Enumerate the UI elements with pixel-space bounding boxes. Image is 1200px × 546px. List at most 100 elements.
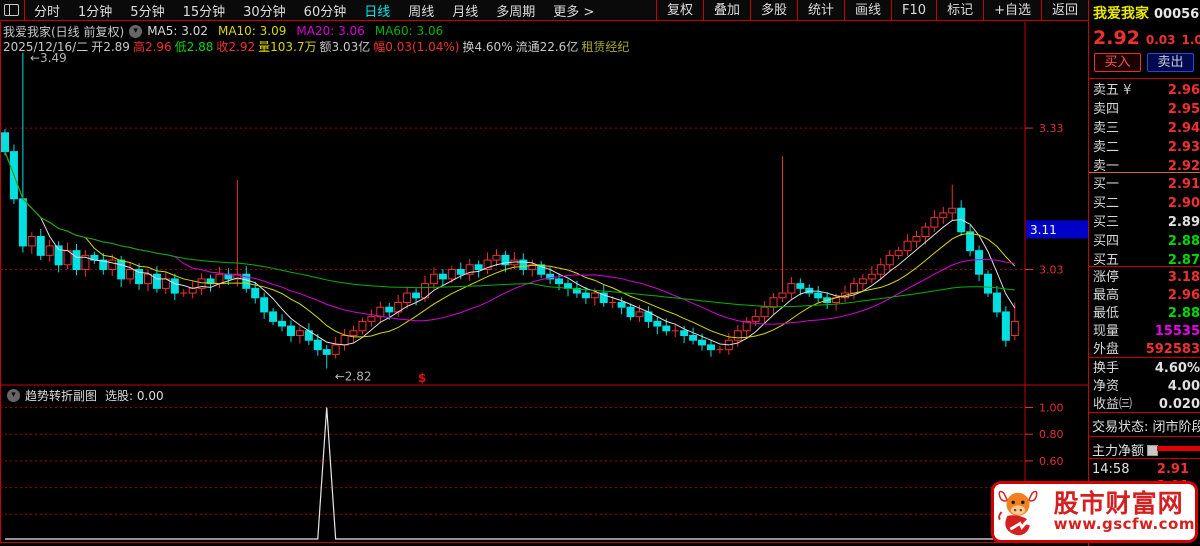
period-tab-1分钟[interactable]: 1分钟 [69,1,121,20]
stock-name-text: 我爱我家 [1093,6,1149,22]
last-price: 2.920.031.04 [1093,27,1200,49]
high-price-annotation: ←3.49 [30,51,67,65]
stat-最低[interactable]: 最低2.88 [1089,305,1200,323]
period-tab-60分钟[interactable]: 60分钟 [295,1,356,20]
period-tab-30分钟[interactable]: 30分钟 [234,1,295,20]
period-tab-5分钟[interactable]: 5分钟 [121,1,173,20]
stat-换手-label: 换手 [1093,360,1119,378]
sell-level-3-label: 卖三 [1093,120,1119,138]
chevron-down-icon[interactable]: ▾ [7,389,20,402]
candle-body [681,331,688,336]
stat-最高-value: 2.96 [1168,287,1200,305]
candle-body [859,279,866,284]
sell-button[interactable]: 卖出 [1147,53,1194,72]
candle-body [341,336,348,345]
sell-level-1[interactable]: 卖一2.92 [1089,158,1200,176]
candle-body [699,340,706,345]
candle-body [976,251,983,275]
period-tabs: 分时1分钟5分钟15分钟30分钟60分钟日线周线月线多周期更多 > [25,1,603,20]
sub-chart-title: 趋势转折副图 [25,387,97,404]
candle-body [144,274,151,283]
candle-body [752,317,759,322]
stat-净资[interactable]: 净资4.00 [1089,378,1200,396]
candle-body [1011,321,1018,335]
panel-divider [1089,266,1200,267]
trading-terminal: 分时1分钟5分钟15分钟30分钟60分钟日线周线月线多周期更多 > 复权叠加多股… [0,0,1200,546]
bull-logo-icon [994,484,1050,540]
stat-涨停[interactable]: 涨停3.18 [1089,269,1200,287]
tool-button-+自选[interactable]: +自选 [983,0,1041,21]
sell-level-3[interactable]: 卖三2.94 [1089,120,1200,138]
period-tab-多周期[interactable]: 多周期 [487,1,544,20]
sell-level-5[interactable]: 卖五 ¥2.96 [1089,82,1200,100]
stat-现量-value: 15535 [1155,323,1200,341]
period-tab-更多 >[interactable]: 更多 > [544,1,603,20]
candle-body [922,227,929,236]
buy-level-1-label: 买一 [1093,176,1119,194]
sell-level-4[interactable]: 卖四2.95 [1089,101,1200,119]
candle-body [967,232,974,251]
period-tab-日线[interactable]: 日线 [355,1,399,20]
buy-button[interactable]: 买入 [1094,53,1141,72]
buy-level-1[interactable]: 买一 2.91 [1089,176,1200,194]
buy-level-4[interactable]: 买四2.88 [1089,233,1200,251]
buy-level-3[interactable]: 买三2.89 [1089,214,1200,232]
panel-divider [1089,412,1200,413]
period-tab-周线[interactable]: 周线 [399,1,443,20]
sell-level-1-label: 卖一 [1093,158,1119,176]
price-value: 2.92 [1093,27,1140,49]
buy-level-5-label: 买五 [1093,252,1119,270]
buy-level-2-value: 2.90 [1168,195,1200,213]
candle-body [761,307,768,316]
candle-body [413,293,420,298]
candle-body [350,331,357,336]
candle-body [457,270,464,275]
candle-body [270,312,277,321]
sell-level-4-label: 卖四 [1093,101,1119,119]
tool-button-复权[interactable]: 复权 [656,0,703,21]
ma-line-5 [5,152,1015,345]
candle-body [895,251,902,256]
candle-body [556,279,563,284]
buy-level-3-label: 买三 [1093,214,1119,232]
watermark-site-url: www.gscfw.com [1054,517,1195,533]
tool-button-统计[interactable]: 统计 [797,0,844,21]
candle-body [931,218,938,227]
price-tag-label: 3.11 [1030,223,1057,237]
panel-divider [1089,357,1200,358]
candle-body [287,326,294,335]
tool-button-画线[interactable]: 画线 [844,0,891,21]
tick-row: 14:582.91 [1089,461,1200,478]
period-tab-分时[interactable]: 分时 [25,1,69,20]
main-net-label[interactable]: 主力净额 [1092,440,1158,459]
sell-level-5-value: 2.96 [1168,82,1200,100]
price-axis-label: 3.03 [1039,264,1064,277]
candle-body [171,279,178,293]
sub-axis-label: 1.00 [1039,402,1064,415]
candle-body [868,274,875,279]
period-tab-月线[interactable]: 月线 [443,1,487,20]
tool-button-F10[interactable]: F10 [891,0,936,21]
layout-toggle-icon[interactable] [4,4,19,16]
buy-level-1-value: 2.91 [1168,176,1200,194]
price-chart-canvas[interactable]: 3.333.03←3.49←2.82$3.111.000.800.600.40 [0,22,1088,544]
tool-button-标记[interactable]: 标记 [936,0,983,21]
stat-涨停-label: 涨停 [1093,269,1119,287]
tool-button-返回[interactable]: 返回 [1041,0,1088,21]
candle-body [252,288,259,297]
tool-buttons: 复权叠加多股统计画线F10标记+自选返回 [656,0,1088,21]
candle-body [770,298,777,307]
stat-换手[interactable]: 换手4.60% [1089,360,1200,378]
buy-level-5[interactable]: 买五2.87 [1089,252,1200,270]
tool-button-叠加[interactable]: 叠加 [703,0,750,21]
candle-body [368,317,375,322]
stock-code: 000560 [1154,7,1200,22]
buy-level-2[interactable]: 买二2.90 [1089,195,1200,213]
candle-body [913,237,920,242]
tool-button-多股[interactable]: 多股 [750,0,797,21]
period-tab-15分钟[interactable]: 15分钟 [174,1,235,20]
stat-净资-value: 4.00 [1168,378,1200,396]
stat-最高[interactable]: 最高2.96 [1089,287,1200,305]
sell-level-2[interactable]: 卖二2.93 [1089,139,1200,157]
stat-现量[interactable]: 现量15535 [1089,323,1200,341]
